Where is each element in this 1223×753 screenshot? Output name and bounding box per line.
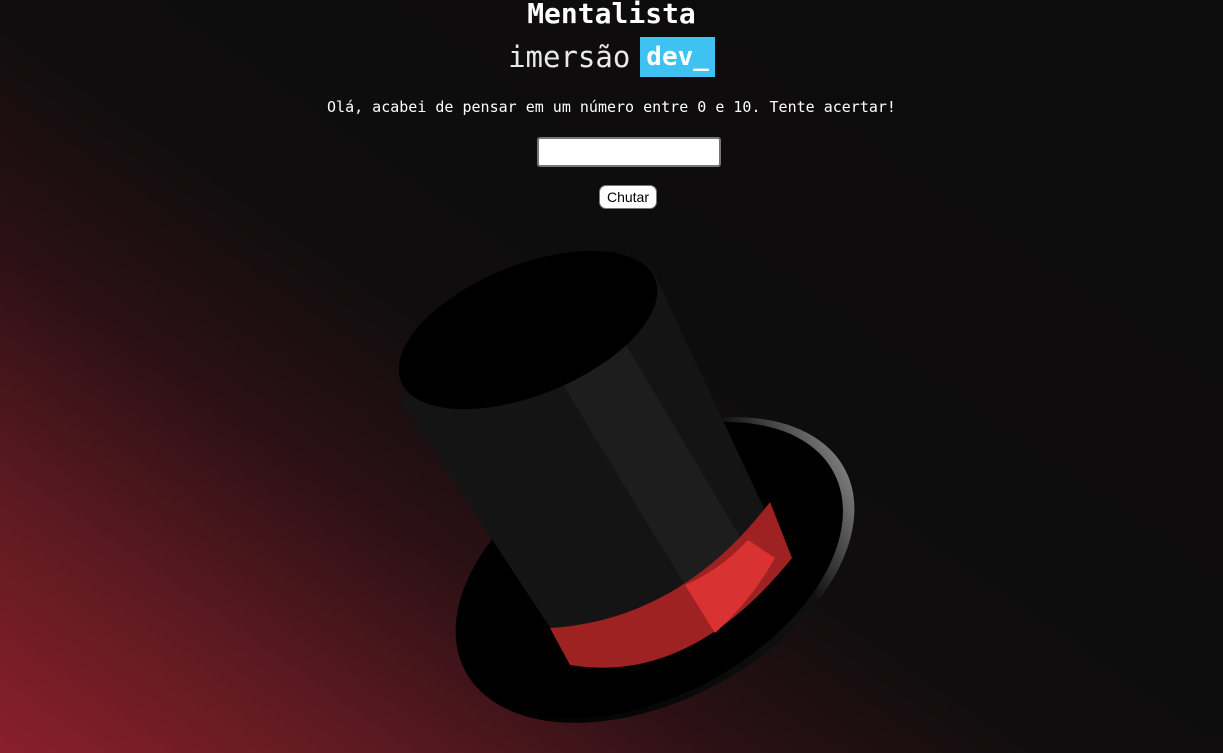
page: Mentalista imersão dev_ Olá, acabei de p…	[0, 0, 1223, 753]
brand-word: imersão	[508, 40, 631, 74]
page-title: Mentalista	[527, 0, 696, 30]
game-prompt: Olá, acabei de pensar em um número entre…	[327, 98, 896, 116]
brand-tag: dev_	[640, 37, 715, 77]
brand-logo: imersão dev_	[0, 37, 1223, 77]
magician-top-hat-icon	[398, 250, 855, 723]
guess-button[interactable]: Chutar	[599, 185, 657, 209]
guess-input[interactable]	[537, 137, 721, 167]
